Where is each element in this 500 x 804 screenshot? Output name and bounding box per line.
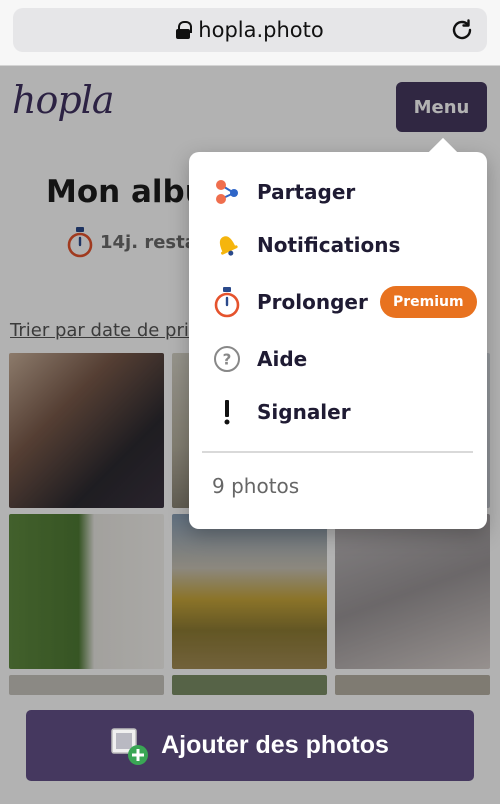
reload-icon[interactable] bbox=[449, 17, 475, 43]
menu-item-label: Notifications bbox=[257, 233, 401, 257]
timer-icon bbox=[213, 287, 241, 318]
svg-text:?: ? bbox=[223, 351, 232, 369]
bell-icon bbox=[213, 231, 241, 259]
menu-item-label: Aide bbox=[257, 347, 308, 371]
menu-dropdown: Partager Notifications Prolonger Premium… bbox=[189, 137, 487, 529]
menu-item-partager[interactable]: Partager bbox=[213, 170, 355, 214]
menu-item-prolonger[interactable]: Prolonger bbox=[213, 280, 368, 324]
lock-icon bbox=[176, 21, 193, 39]
url-text: hopla.photo bbox=[198, 18, 324, 42]
menu-item-aide[interactable]: ? Aide bbox=[213, 337, 307, 381]
menu-item-signaler[interactable]: Signaler bbox=[213, 390, 351, 434]
menu-divider bbox=[202, 451, 473, 453]
browser-bar: hopla.photo bbox=[0, 0, 500, 66]
add-photo-icon bbox=[111, 727, 149, 765]
photo-count: 9 photos bbox=[212, 474, 300, 498]
menu-item-notifications[interactable]: Notifications bbox=[213, 223, 400, 267]
help-icon: ? bbox=[213, 345, 241, 373]
share-icon bbox=[213, 178, 241, 206]
exclamation-icon bbox=[213, 398, 241, 426]
page: hopla Menu Mon album 14j. restants Trier… bbox=[0, 66, 500, 804]
address-bar-content: hopla.photo bbox=[13, 8, 487, 52]
menu-item-label: Signaler bbox=[257, 400, 351, 424]
premium-badge: Premium bbox=[380, 286, 477, 318]
address-bar[interactable]: hopla.photo bbox=[13, 8, 487, 52]
menu-item-label: Prolonger bbox=[257, 290, 368, 314]
add-photos-label: Ajouter des photos bbox=[161, 731, 389, 759]
add-photos-button[interactable]: Ajouter des photos bbox=[26, 710, 474, 781]
menu-item-label: Partager bbox=[257, 180, 356, 204]
